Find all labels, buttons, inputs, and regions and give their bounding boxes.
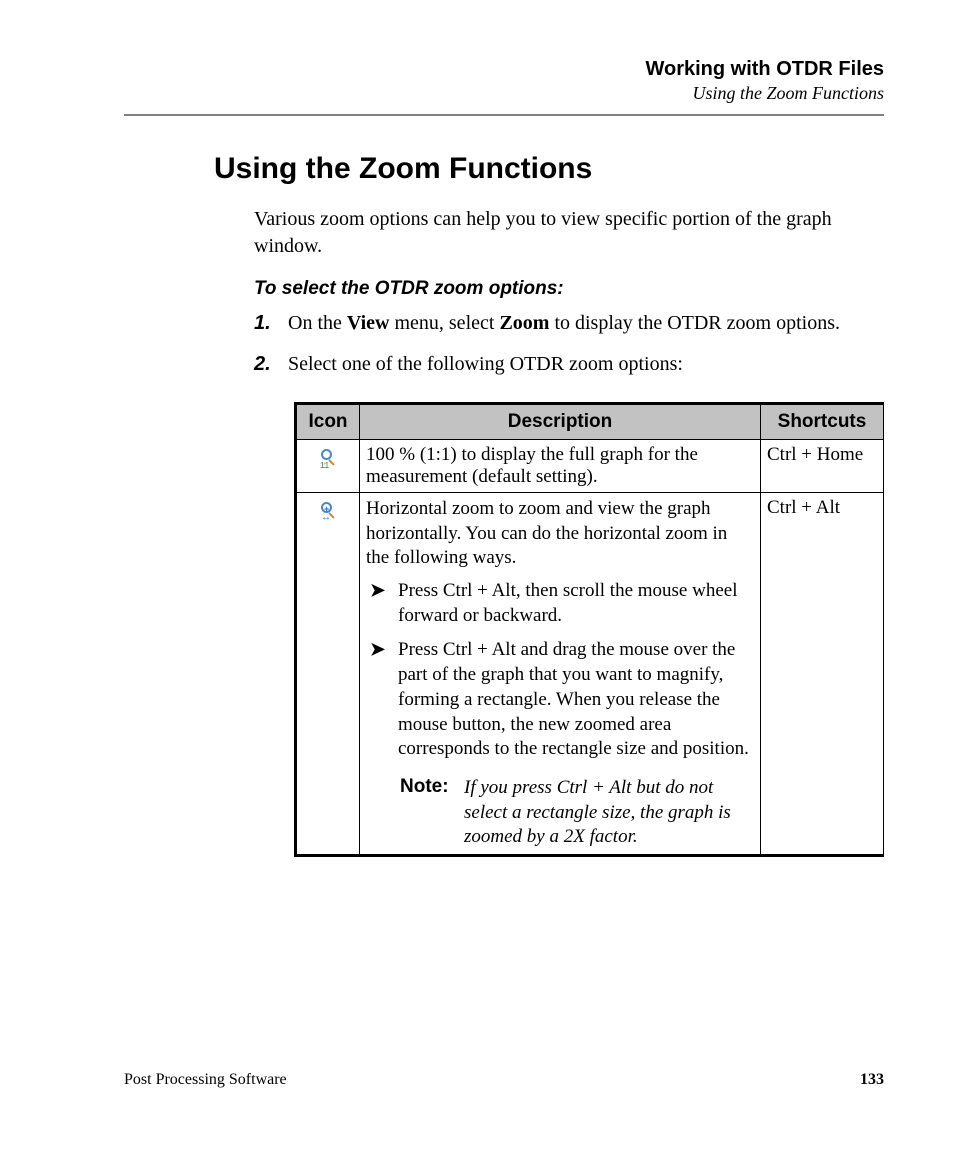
- note: Note: If you press Ctrl + Alt but do not…: [366, 776, 754, 850]
- page-footer: Post Processing Software 133: [124, 1071, 884, 1089]
- chapter-title: Working with OTDR Files: [124, 58, 884, 81]
- header-rule: [124, 114, 884, 116]
- col-header-shortcuts: Shortcuts: [761, 404, 884, 440]
- table-header-row: Icon Description Shortcuts: [296, 404, 884, 440]
- col-header-description: Description: [360, 404, 761, 440]
- page-title: Using the Zoom Functions: [214, 152, 884, 186]
- page-number: 133: [860, 1071, 884, 1089]
- step-number: 1.: [254, 310, 288, 337]
- body: Various zoom options can help you to vie…: [254, 206, 884, 378]
- procedure-steps: 1. On the View menu, select Zoom to disp…: [254, 310, 884, 378]
- zoom-options-table: Icon Description Shortcuts 1:1 100 % (1:…: [294, 402, 884, 857]
- step-1: 1. On the View menu, select Zoom to disp…: [254, 310, 884, 337]
- col-header-icon: Icon: [296, 404, 360, 440]
- bullet-list: ➤ Press Ctrl + Alt, then scroll the mous…: [366, 579, 754, 762]
- cell-description: 100 % (1:1) to display the full graph fo…: [360, 440, 761, 493]
- table-row: +↔ Horizontal zoom to zoom and view the …: [296, 493, 884, 856]
- intro-paragraph: Various zoom options can help you to vie…: [254, 206, 884, 260]
- cell-icon: 1:1: [296, 440, 360, 493]
- document-page: Working with OTDR Files Using the Zoom F…: [0, 0, 954, 1159]
- arrow-icon: ➤: [370, 638, 398, 761]
- zoom-horizontal-icon: +↔: [318, 501, 338, 521]
- step-text: On the View menu, select Zoom to display…: [288, 310, 840, 337]
- arrow-icon: ➤: [370, 579, 398, 628]
- list-item: ➤ Press Ctrl + Alt, then scroll the mous…: [366, 579, 754, 628]
- step-2: 2. Select one of the following OTDR zoom…: [254, 351, 884, 378]
- bullet-text: Press Ctrl + Alt, then scroll the mouse …: [398, 579, 754, 628]
- bullet-text: Press Ctrl + Alt and drag the mouse over…: [398, 638, 754, 761]
- running-head: Working with OTDR Files Using the Zoom F…: [124, 58, 884, 104]
- note-label: Note:: [400, 776, 464, 850]
- footer-product: Post Processing Software: [124, 1071, 287, 1089]
- cell-icon: +↔: [296, 493, 360, 856]
- desc-main: Horizontal zoom to zoom and view the gra…: [366, 497, 754, 571]
- table-row: 1:1 100 % (1:1) to display the full grap…: [296, 440, 884, 493]
- step-text: Select one of the following OTDR zoom op…: [288, 351, 683, 378]
- zoom-100-icon: 1:1: [318, 448, 338, 468]
- step-number: 2.: [254, 351, 288, 378]
- cell-shortcut: Ctrl + Home: [761, 440, 884, 493]
- procedure-heading: To select the OTDR zoom options:: [254, 278, 884, 300]
- cell-description: Horizontal zoom to zoom and view the gra…: [360, 493, 761, 856]
- list-item: ➤ Press Ctrl + Alt and drag the mouse ov…: [366, 638, 754, 761]
- note-text: If you press Ctrl + Alt but do not selec…: [464, 776, 754, 850]
- breadcrumb-section: Using the Zoom Functions: [124, 83, 884, 104]
- cell-shortcut: Ctrl + Alt: [761, 493, 884, 856]
